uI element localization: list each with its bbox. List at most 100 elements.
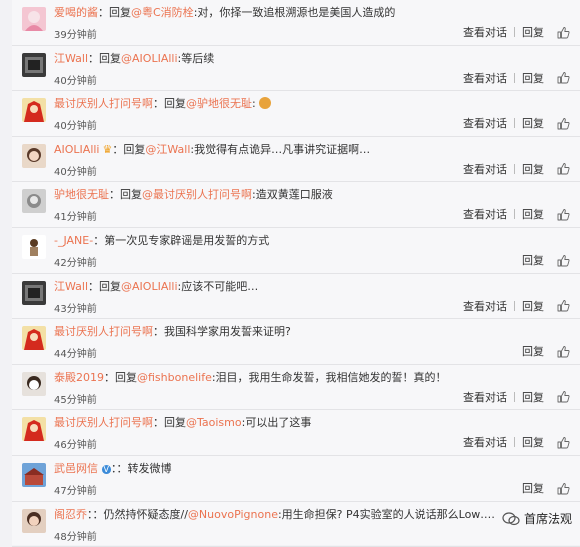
username-link[interactable]: 江Wall: [54, 52, 88, 65]
like-thumb-icon[interactable]: [557, 345, 570, 358]
view-conversation-link[interactable]: 查看对话: [458, 434, 512, 450]
like-thumb-icon[interactable]: [557, 208, 570, 221]
comment-row: 武邑网信 V：：转发微博47分钟前回复: [12, 456, 580, 502]
username-link[interactable]: 泰殿2019: [54, 371, 104, 384]
comment-actions: 查看对话回复: [458, 70, 570, 86]
reply-prefix: 回复: [164, 97, 186, 110]
mention-link[interactable]: @NuovoPignone: [188, 508, 278, 521]
reply-button[interactable]: 回复: [517, 161, 549, 177]
comment-actions: 回复: [517, 480, 570, 496]
avatar[interactable]: [22, 509, 46, 533]
username-link[interactable]: AIOLIAlli: [54, 143, 100, 156]
comment-text: 驴地很无耻：回复@最讨厌别人打问号啊:造双黄莲口服液: [54, 188, 494, 202]
reply-button[interactable]: 回复: [517, 252, 549, 268]
mention-link[interactable]: @粤C消防栓: [131, 6, 194, 19]
avatar[interactable]: [22, 417, 46, 441]
separator: ：: [93, 234, 104, 247]
username-link[interactable]: 爱喝的酱: [54, 6, 98, 19]
comment-row: 江Wall：回复@AIOLIAlli:等后续40分钟前查看对话回复: [12, 46, 580, 92]
like-thumb-icon[interactable]: [557, 117, 570, 130]
reply-button[interactable]: 回复: [517, 70, 549, 86]
like-thumb-icon[interactable]: [557, 436, 570, 449]
comment-row: -_JANE-：第一次见专家辟谣是用发誓的方式42分钟前回复: [12, 228, 580, 274]
view-conversation-link[interactable]: 查看对话: [458, 206, 512, 222]
timestamp: 40分钟前: [54, 163, 97, 178]
reply-prefix: 回复: [115, 371, 137, 384]
view-conversation-link[interactable]: 查看对话: [458, 24, 512, 40]
view-conversation-link[interactable]: 查看对话: [458, 70, 512, 86]
comment-actions: 查看对话回复: [458, 206, 570, 222]
mention-link[interactable]: @Taoismo: [186, 416, 242, 429]
avatar[interactable]: [22, 189, 46, 213]
reply-button[interactable]: 回复: [517, 434, 549, 450]
username-link[interactable]: 最讨厌别人打问号啊: [54, 416, 153, 429]
divider: [514, 301, 515, 311]
like-thumb-icon[interactable]: [557, 162, 570, 175]
wechat-icon: [502, 512, 520, 526]
reply-button[interactable]: 回复: [517, 206, 549, 222]
reply-button[interactable]: 回复: [517, 24, 549, 40]
mention-link[interactable]: @AIOLIAlli: [121, 52, 178, 65]
comment-row: 驴地很无耻：回复@最讨厌别人打问号啊:造双黄莲口服液41分钟前查看对话回复: [12, 182, 580, 228]
view-conversation-link[interactable]: 查看对话: [458, 115, 512, 131]
like-thumb-icon[interactable]: [557, 71, 570, 84]
separator: ：: [98, 6, 109, 19]
username-link[interactable]: 最讨厌别人打问号啊: [54, 97, 153, 110]
separator: ：: [153, 416, 164, 429]
separator: ：: [88, 280, 99, 293]
like-thumb-icon[interactable]: [557, 254, 570, 267]
verified-icon: V: [102, 465, 111, 474]
divider: [514, 27, 515, 37]
timestamp: 48分钟前: [54, 528, 97, 543]
reply-button[interactable]: 回复: [517, 298, 549, 314]
reply-button[interactable]: 回复: [517, 389, 549, 405]
username-link[interactable]: 驴地很无耻: [54, 188, 109, 201]
separator: ：: [112, 143, 123, 156]
watermark-text: 首席法观: [524, 510, 572, 527]
like-thumb-icon[interactable]: [557, 482, 570, 495]
mention-link[interactable]: @驴地很无耻: [186, 97, 252, 110]
avatar[interactable]: [22, 53, 46, 77]
like-thumb-icon[interactable]: [557, 26, 570, 39]
mention-link[interactable]: @AIOLIAlli: [121, 280, 178, 293]
comment-actions: 查看对话回复: [458, 389, 570, 405]
avatar[interactable]: [22, 463, 46, 487]
avatar[interactable]: [22, 326, 46, 350]
avatar[interactable]: [22, 372, 46, 396]
reply-prefix: 回复: [99, 52, 121, 65]
reply-button[interactable]: 回复: [517, 343, 549, 359]
like-thumb-icon[interactable]: [557, 390, 570, 403]
view-conversation-link[interactable]: 查看对话: [458, 389, 512, 405]
username-link[interactable]: -_JANE-: [54, 234, 93, 247]
mention-link[interactable]: @江Wall: [145, 143, 190, 156]
username-link[interactable]: 武邑网信: [54, 462, 98, 475]
comment-body: 第一次见专家辟谣是用发誓的方式: [104, 234, 269, 247]
reply-button[interactable]: 回复: [517, 115, 549, 131]
comment-body: :可以出了这事: [242, 416, 312, 429]
comment-actions: 查看对话回复: [458, 161, 570, 177]
username-link[interactable]: 江Wall: [54, 280, 88, 293]
view-conversation-link[interactable]: 查看对话: [458, 161, 512, 177]
avatar[interactable]: [22, 144, 46, 168]
username-link[interactable]: 最讨厌别人打问号啊: [54, 325, 153, 338]
timestamp: 46分钟前: [54, 436, 97, 451]
reply-button[interactable]: 回复: [517, 480, 549, 496]
view-conversation-link[interactable]: 查看对话: [458, 298, 512, 314]
comment-text: 最讨厌别人打问号啊：回复@Taoismo:可以出了这事: [54, 416, 494, 430]
avatar[interactable]: [22, 235, 46, 259]
timestamp: 39分钟前: [54, 26, 97, 41]
avatar[interactable]: [22, 281, 46, 305]
avatar[interactable]: [22, 7, 46, 31]
comment-actions: 查看对话回复: [458, 115, 570, 131]
username-link[interactable]: 阁忍乔: [54, 508, 87, 521]
avatar[interactable]: [22, 98, 46, 122]
comment-body: :泪目，我用生命发誓，我相信她发的誓！真的！: [212, 371, 447, 384]
timestamp: 40分钟前: [54, 72, 97, 87]
comment-text: 最讨厌别人打问号啊：我国科学家用发誓来证明?: [54, 325, 494, 339]
divider: [514, 118, 515, 128]
like-thumb-icon[interactable]: [557, 299, 570, 312]
mention-link[interactable]: @最讨厌别人打问号啊: [142, 188, 252, 201]
comment-text: 武邑网信 V：：转发微博: [54, 462, 494, 477]
mention-link[interactable]: @fishbonelife: [137, 371, 212, 384]
comment-actions: 查看对话回复: [458, 434, 570, 450]
